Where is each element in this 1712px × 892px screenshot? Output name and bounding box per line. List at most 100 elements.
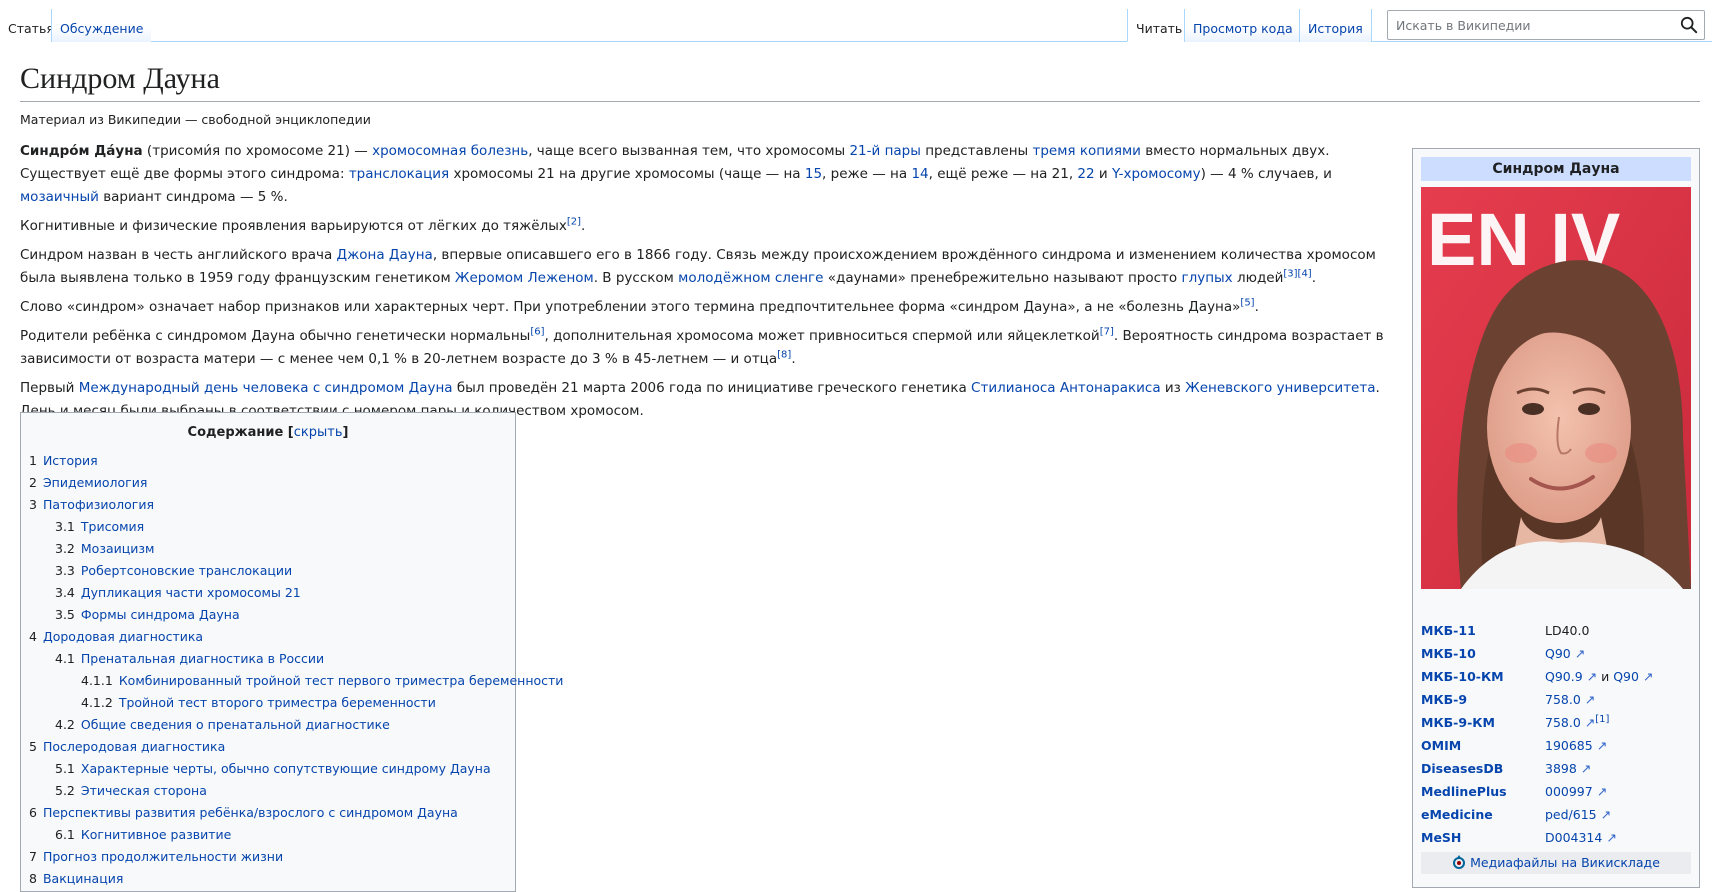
toc-item[interactable]: 4.1 Пренатальная диагностика в России — [29, 648, 507, 670]
toc-item-link[interactable]: Трисомия — [81, 519, 144, 534]
toc-item[interactable]: 3.3 Робертсоновские транслокации — [29, 560, 507, 582]
reference-link[interactable]: [6] — [530, 327, 544, 338]
infobox-photo[interactable]: EN IV — [1421, 187, 1691, 589]
link-mosaic[interactable]: мозаичный — [20, 189, 99, 205]
toc-item-link[interactable]: Общие сведения о пренатальной диагностик… — [81, 717, 390, 732]
link-three-copies[interactable]: тремя копиями — [1032, 143, 1140, 159]
link-stupid[interactable]: глупых — [1181, 270, 1232, 286]
toc-item[interactable]: 6 Перспективы развития ребёнка/взрослого … — [29, 802, 507, 824]
reference-link[interactable]: [2] — [567, 217, 581, 228]
toc-item[interactable]: 6.1 Когнитивное развитие — [29, 824, 507, 846]
row-value-link[interactable]: 758.0 — [1545, 692, 1581, 707]
external-link-icon: ↗ — [1580, 692, 1596, 707]
row-value-link[interactable]: Q90 — [1613, 669, 1639, 684]
portrait-image: EN IV — [1421, 187, 1691, 589]
reference-link[interactable]: [3][4] — [1283, 269, 1311, 280]
tab-view-source[interactable]: Просмотр кода — [1184, 9, 1301, 42]
toc-item-link[interactable]: Мозаицизм — [81, 541, 155, 556]
search-box — [1387, 10, 1705, 40]
commons-link[interactable]: Медиафайлы на Викискладе — [1470, 855, 1660, 870]
toc-item-link[interactable]: Послеродовая диагностика — [43, 739, 225, 754]
row-value-link[interactable]: Q90 — [1545, 646, 1571, 661]
toc-item-link[interactable]: Этическая сторона — [81, 783, 207, 798]
toc-item[interactable]: 3.5 Формы синдрома Дауна — [29, 604, 507, 626]
toc-item[interactable]: 3.2 Мозаицизм — [29, 538, 507, 560]
row-key[interactable]: МКБ-9-КМ — [1421, 711, 1495, 734]
row-key[interactable]: OMIM — [1421, 734, 1461, 757]
link-jerome-lejeune[interactable]: Жеромом Леженом — [455, 270, 594, 286]
row-key[interactable]: МКБ-9 — [1421, 688, 1467, 711]
link-university-of-geneva[interactable]: Женевского университета — [1185, 380, 1375, 396]
toc-item-link[interactable]: Робертсоновские транслокации — [81, 563, 292, 578]
toc-item-link[interactable]: Дородовая диагностика — [43, 629, 203, 644]
link-translocation[interactable]: транслокация — [349, 166, 449, 182]
link-chromosome-22[interactable]: 22 — [1077, 166, 1094, 182]
tab-talk[interactable]: Обсуждение — [51, 9, 152, 42]
toc-item-link[interactable]: Формы синдрома Дауна — [81, 607, 240, 622]
toc-item-number: 3.5 — [55, 607, 75, 622]
link-john-down[interactable]: Джона Дауна — [337, 247, 433, 263]
toc-item[interactable]: 4.1.1 Комбинированный тройной тест первог… — [29, 670, 563, 692]
row-value-link[interactable]: 758.0 — [1545, 715, 1581, 730]
toc-item-link[interactable]: Вакцинация — [43, 871, 123, 886]
row-key[interactable]: МКБ-10 — [1421, 642, 1476, 665]
toc-item[interactable]: 2 Эпидемиология — [29, 472, 507, 494]
toc-item-link[interactable]: Перспективы развития ребёнка/взрослого с… — [43, 805, 458, 820]
toc-item-link[interactable]: Прогноз продолжительности жизни — [43, 849, 283, 864]
row-key[interactable]: MeSH — [1421, 826, 1461, 849]
link-y-chromosome[interactable]: Y-хромосому — [1112, 166, 1201, 182]
row-value-link[interactable]: 3898 — [1545, 761, 1577, 776]
link-chromosomal-disease[interactable]: хромосомная болезнь — [372, 143, 528, 159]
search-icon[interactable] — [1680, 16, 1698, 34]
link-21-pair[interactable]: 21-й пары — [849, 143, 920, 159]
toc-item-link[interactable]: Дупликация части хромосомы 21 — [81, 585, 301, 600]
toc-item[interactable]: 7 Прогноз продолжительности жизни — [29, 846, 507, 868]
toc-item[interactable]: 3 Патофизиология — [29, 494, 507, 516]
link-youth-slang[interactable]: молодёжном сленге — [678, 270, 823, 286]
toc-item[interactable]: 3.4 Дупликация части хромосомы 21 — [29, 582, 507, 604]
toc-item[interactable]: 8 Вакцинация — [29, 868, 507, 890]
row-value-link[interactable]: ped/615 — [1545, 807, 1597, 822]
tab-read[interactable]: Читать — [1127, 9, 1191, 42]
toc-item[interactable]: 4 Дородовая диагностика — [29, 626, 507, 648]
row-value-link[interactable]: 190685 — [1545, 738, 1593, 753]
toc-item[interactable]: 5 Послеродовая диагностика — [29, 736, 507, 758]
row-value-link[interactable]: Q90.9 — [1545, 669, 1583, 684]
toc-hide-link[interactable]: скрыть — [294, 425, 343, 440]
reference-link[interactable]: [7] — [1100, 327, 1114, 338]
reference-link[interactable]: [1] — [1595, 714, 1609, 725]
toc-item-link[interactable]: Когнитивное развитие — [81, 827, 231, 842]
toc-item-link[interactable]: Эпидемиология — [43, 475, 147, 490]
row-key[interactable]: МКБ-10-КМ — [1421, 665, 1504, 688]
link-chromosome-14[interactable]: 14 — [911, 166, 928, 182]
row-value-link[interactable]: 000997 — [1545, 784, 1593, 799]
text: представлены — [920, 143, 1033, 159]
row-key[interactable]: МКБ-11 — [1421, 619, 1476, 642]
search-input[interactable] — [1394, 11, 1664, 39]
row-value: LD40.0 — [1545, 623, 1590, 638]
toc-item-link[interactable]: Пренатальная диагностика в России — [81, 651, 324, 666]
toc-item[interactable]: 1 История — [29, 450, 507, 472]
toc-item-link[interactable]: История — [43, 453, 98, 468]
row-key[interactable]: MedlinePlus — [1421, 780, 1507, 803]
commons-link-row[interactable]: Медиафайлы на Викискладе — [1421, 852, 1691, 874]
reference-link[interactable]: [8] — [777, 350, 791, 361]
toc-item-link[interactable]: Характерные черты, обычно сопутствующие … — [81, 761, 491, 776]
toc-item-link[interactable]: Тройной тест второго триместра беременно… — [119, 695, 436, 710]
reference-link[interactable]: [5] — [1240, 298, 1254, 309]
toc-item[interactable]: 3.1 Трисомия — [29, 516, 507, 538]
toc-item[interactable]: 5.1 Характерные черты, обычно сопутствующ… — [29, 758, 507, 780]
link-world-down-syndrome-day[interactable]: Международный день человека с синдромом … — [79, 380, 453, 396]
toc-item[interactable]: 5.2 Этическая сторона — [29, 780, 507, 802]
link-chromosome-15[interactable]: 15 — [805, 166, 822, 182]
toc-item[interactable]: 4.2 Общие сведения о пренатальной диагнос… — [29, 714, 507, 736]
row-value-link[interactable]: D004314 — [1545, 830, 1602, 845]
link-antonarakis[interactable]: Стилианоса Антонаракиса — [971, 380, 1161, 396]
row-key[interactable]: eMedicine — [1421, 803, 1493, 826]
toc-item[interactable]: 4.1.2 Тройной тест второго триместра бере… — [29, 692, 507, 714]
row-key[interactable]: DiseasesDB — [1421, 757, 1503, 780]
toc-item-link[interactable]: Комбинированный тройной тест первого три… — [119, 673, 564, 688]
text: Синдром назван в честь английского врача — [20, 247, 337, 263]
tab-history[interactable]: История — [1299, 9, 1372, 42]
toc-item-link[interactable]: Патофизиология — [43, 497, 154, 512]
